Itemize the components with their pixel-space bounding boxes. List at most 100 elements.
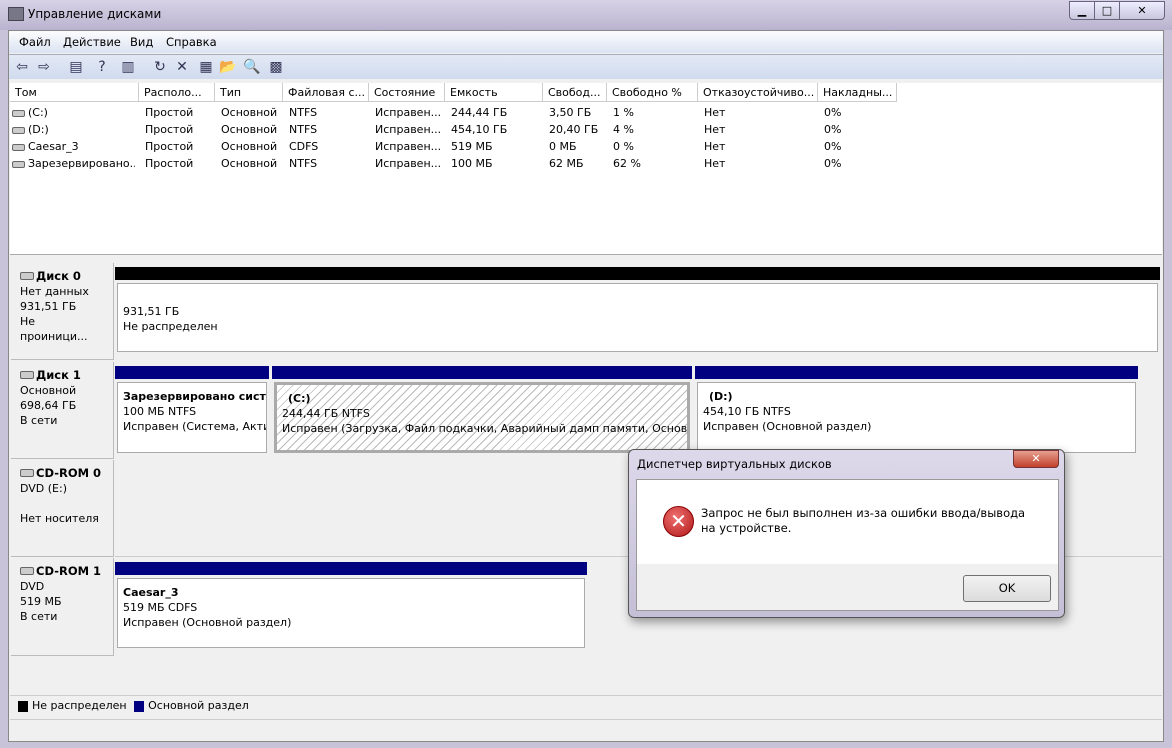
ok-button[interactable]: OK (963, 575, 1051, 602)
column-header[interactable]: Располо... (139, 83, 215, 102)
disk-label[interactable]: Диск 1 Основной 698,64 ГБ В сети (11, 362, 114, 459)
maximize-button[interactable]: □ (1094, 1, 1120, 20)
column-header[interactable]: Том (10, 83, 139, 102)
table-row[interactable]: (D:) Простой Основной NTFS Исправен... 454,10… (10, 121, 910, 138)
cell-text: 519 МБ (451, 140, 493, 153)
help-icon[interactable]: ? (93, 59, 111, 75)
dialog-message: Запрос не был выполнен из-за ошибки ввод… (701, 506, 1026, 535)
back-icon[interactable]: ⇦ (13, 59, 31, 75)
table-cell: 0 % (613, 138, 698, 155)
menu-action[interactable]: Действие (63, 35, 121, 49)
disk-info: Не проиници... (20, 315, 88, 343)
column-header[interactable]: Свободно % (607, 83, 698, 102)
table-row[interactable]: Зарезервировано... Простой Основной NTFS Исп… (10, 155, 910, 172)
partition[interactable]: (C:) 244,44 ГБ NTFS Исправен (Загрузка, Фа… (274, 382, 690, 453)
table-cell: Caesar_3 (12, 138, 135, 155)
menu-file[interactable]: Файл (19, 35, 51, 49)
legend-swatch-primary (134, 700, 145, 712)
partition-size: 100 МБ NTFS (123, 405, 197, 418)
partition[interactable]: (D:) 454,10 ГБ NTFS Исправен (Основной раз… (697, 382, 1136, 453)
table-cell: NTFS (289, 155, 369, 172)
table-cell: 1 % (613, 104, 698, 121)
disk-label[interactable]: Диск 0 Нет данных 931,51 ГБ Не проиници... (11, 263, 114, 360)
dialog-body: ✕ Запрос не был выполнен из-за ошибки вв… (636, 479, 1059, 611)
disk-icon (20, 371, 34, 379)
console-tree-icon[interactable]: ▤ (67, 59, 85, 75)
table-cell: Нет (704, 155, 818, 172)
cell-text: (D:) (28, 123, 49, 136)
partition-bar (115, 366, 269, 379)
column-header[interactable]: Файловая с... (283, 83, 369, 102)
disk-info: Нет носителя (20, 512, 99, 525)
table-cell: Основной (221, 155, 283, 172)
close-button[interactable]: ✕ (1119, 1, 1165, 20)
disk-name-text: Диск 1 (36, 368, 81, 382)
table-row[interactable]: Caesar_3 Простой Основной CDFS Исправен... 51… (10, 138, 910, 155)
open-folder-icon[interactable]: 📂 (219, 59, 237, 75)
column-header[interactable]: Свобод... (543, 83, 607, 102)
column-header[interactable]: Состояние (369, 83, 445, 102)
column-header[interactable]: Тип (215, 83, 283, 102)
cell-text: Исправен... (375, 106, 442, 119)
disk-label[interactable]: CD-ROM 0 DVD (E:) Нет носителя (11, 460, 114, 557)
table-cell: NTFS (289, 104, 369, 121)
forward-icon[interactable]: ⇨ (35, 59, 53, 75)
partition-status: Исправен (Основной раздел) (123, 616, 292, 629)
cell-text: Зарезервировано... (28, 157, 135, 170)
cell-text: 62 % (613, 157, 641, 170)
table-cell: 3,50 ГБ (549, 104, 607, 121)
menu-view[interactable]: Вид (130, 35, 153, 49)
table-cell: Простой (145, 104, 215, 121)
toolbar: ⇦ ⇨ ▤? ▥ ↻ ✕ ▦ 📂 🔍 ▩ (9, 54, 1163, 79)
cell-text: CDFS (289, 140, 319, 153)
menu-help[interactable]: Справка (166, 35, 217, 49)
cdrom-icon (20, 469, 34, 477)
disk-info: 698,64 ГБ (20, 399, 77, 412)
disk-info: 931,51 ГБ (20, 300, 77, 313)
cell-text: 0 МБ (549, 140, 577, 153)
table-cell: 519 МБ (451, 138, 543, 155)
error-icon: ✕ (663, 506, 694, 537)
column-header[interactable]: Накладны... (818, 83, 897, 102)
cell-text: Основной (221, 157, 278, 170)
cell-text: Исправен... (375, 123, 442, 136)
cell-text: Нет (704, 106, 726, 119)
dialog-close-button[interactable]: ✕ (1013, 450, 1059, 468)
volume-icon (12, 126, 25, 134)
partition[interactable]: Caesar_3 519 МБ CDFS Исправен (Основной ра… (117, 578, 585, 648)
minimize-button[interactable]: ▁ (1069, 1, 1095, 20)
cell-text: Нет (704, 157, 726, 170)
disk-info: DVD (20, 580, 45, 593)
partition-status: Не распределен (123, 320, 218, 333)
table-row[interactable]: (C:) Простой Основной NTFS Исправен... 244,44… (10, 104, 910, 121)
table-cell: Исправен... (375, 104, 445, 121)
disk-management-icon (8, 7, 24, 21)
properties-icon[interactable]: ▦ (197, 59, 215, 75)
action-pane-icon[interactable]: ▥ (119, 59, 137, 75)
cell-text: Исправен... (375, 140, 442, 153)
disk-info: Нет данных (20, 285, 89, 298)
cell-text: Простой (145, 157, 194, 170)
cell-text: 0% (824, 106, 842, 119)
partition[interactable]: 931,51 ГБ Не распределен (117, 283, 1158, 352)
table-cell: 62 МБ (549, 155, 607, 172)
cell-text: Исправен... (375, 157, 442, 170)
cell-text: Нет (704, 140, 726, 153)
partition-status: Исправен (Загрузка, Файл подкачки, Авари… (282, 422, 688, 435)
refresh-icon[interactable]: ↻ (151, 59, 169, 75)
cell-text: Простой (145, 140, 194, 153)
settings-icon[interactable]: ▩ (267, 59, 285, 75)
cell-text: 244,44 ГБ (451, 106, 508, 119)
table-cell: Основной (221, 138, 283, 155)
partition-title: Зарезервировано систем (123, 390, 267, 403)
column-header[interactable]: Отказоустойчиво... (698, 83, 818, 102)
column-header[interactable]: Емкость (445, 83, 543, 102)
partition[interactable]: Зарезервировано систем 100 МБ NTFS Исправе… (117, 382, 267, 453)
table-cell: Основной (221, 121, 283, 138)
table-cell: (C:) (12, 104, 135, 121)
table-cell: 0% (824, 155, 897, 172)
disk-info: 519 МБ (20, 595, 62, 608)
delete-icon[interactable]: ✕ (173, 59, 191, 75)
search-icon[interactable]: 🔍 (243, 59, 261, 75)
disk-label[interactable]: CD-ROM 1 DVD 519 МБ В сети (11, 558, 114, 656)
